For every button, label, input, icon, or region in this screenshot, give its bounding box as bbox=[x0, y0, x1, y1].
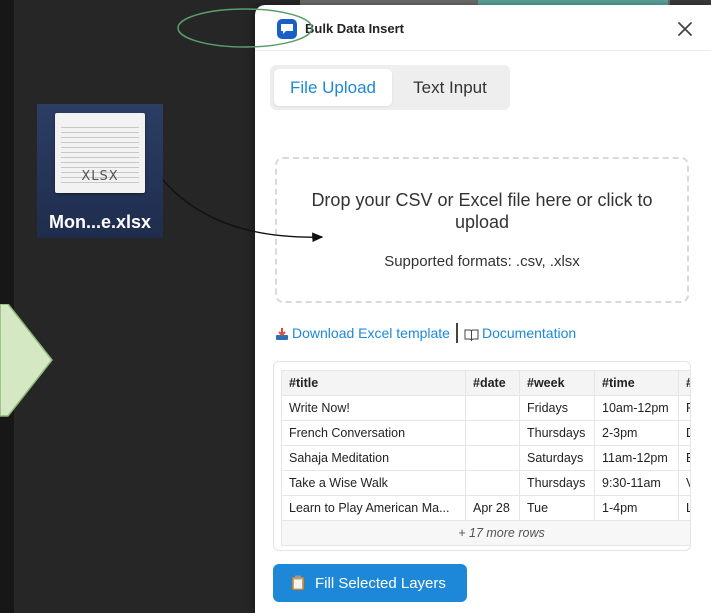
column-header: # bbox=[678, 370, 690, 396]
table-cell: French Conversation bbox=[281, 420, 466, 446]
download-tray-icon bbox=[276, 328, 288, 341]
table-cell: Thursdays bbox=[519, 470, 595, 496]
green-arrow-shape bbox=[0, 304, 53, 417]
table-cell: Thursdays bbox=[519, 420, 595, 446]
more-rows-label: + 17 more rows bbox=[281, 520, 690, 546]
table-cell: Apr 28 bbox=[465, 495, 520, 521]
download-template-label: Download Excel template bbox=[292, 324, 450, 341]
table-cell bbox=[465, 420, 520, 446]
data-preview-table: #title #date #week #time # Write Now! Fr… bbox=[273, 361, 691, 551]
table-cell: Tue bbox=[519, 495, 595, 521]
dialog-header: Bulk Data Insert bbox=[255, 5, 711, 51]
dialog-title: Bulk Data Insert bbox=[305, 21, 404, 36]
table-row: Sahaja Meditation Saturdays 11am-12pm E bbox=[281, 445, 690, 471]
table-cell bbox=[465, 395, 520, 421]
table-row: Write Now! Fridays 10am-12pm F bbox=[281, 395, 690, 421]
file-name-label: Mon...e.xlsx bbox=[48, 212, 152, 232]
table-cell: 10am-12pm bbox=[594, 395, 679, 421]
fill-selected-layers-button[interactable]: Fill Selected Layers bbox=[273, 564, 467, 602]
table-cell: 9:30-11am bbox=[594, 470, 679, 496]
file-dropzone[interactable]: Drop your CSV or Excel file here or clic… bbox=[275, 157, 689, 303]
tab-file-upload[interactable]: File Upload bbox=[274, 69, 392, 106]
input-mode-tabs: File Upload Text Input bbox=[270, 65, 510, 110]
download-template-link[interactable]: Download Excel template bbox=[275, 325, 450, 341]
documentation-label: Documentation bbox=[481, 325, 577, 341]
table-cell: V bbox=[678, 470, 690, 496]
table-cell: Sahaja Meditation bbox=[281, 445, 466, 471]
book-icon bbox=[464, 329, 479, 341]
column-header: #date bbox=[465, 370, 520, 396]
document-thumbnail: XLSX bbox=[55, 113, 145, 193]
table-cell: Learn to Play American Ma... bbox=[281, 495, 466, 521]
table-cell: Take a Wise Walk bbox=[281, 470, 466, 496]
column-header: #week bbox=[519, 370, 595, 396]
table-cell: F bbox=[678, 395, 690, 421]
close-icon[interactable] bbox=[675, 19, 695, 39]
table-cell: 11am-12pm bbox=[594, 445, 679, 471]
table-cell bbox=[465, 470, 520, 496]
table-row: Learn to Play American Ma... Apr 28 Tue … bbox=[281, 495, 690, 521]
documentation-link[interactable]: Documentation bbox=[464, 325, 576, 341]
column-header: #time bbox=[594, 370, 679, 396]
fill-button-label: Fill Selected Layers bbox=[315, 575, 446, 592]
table-cell: Write Now! bbox=[281, 395, 466, 421]
table-cell: 1-4pm bbox=[594, 495, 679, 521]
column-header: #title bbox=[281, 370, 466, 396]
file-extension-label: XLSX bbox=[81, 169, 119, 184]
more-rows-row: + 17 more rows bbox=[281, 520, 690, 546]
table-cell: Fridays bbox=[519, 395, 595, 421]
table-row: French Conversation Thursdays 2-3pm D bbox=[281, 420, 690, 446]
table-header-row: #title #date #week #time # bbox=[281, 370, 690, 396]
bulk-data-insert-dialog: Bulk Data Insert File Upload Text Input … bbox=[255, 5, 711, 613]
dropzone-instruction: Drop your CSV or Excel file here or clic… bbox=[311, 190, 653, 232]
supported-formats-text: Supported formats: .csv, .xlsx bbox=[384, 253, 580, 270]
link-separator bbox=[455, 323, 458, 343]
table-cell: E bbox=[678, 445, 690, 471]
clipboard-icon bbox=[291, 575, 305, 591]
app-logo-icon bbox=[277, 19, 297, 39]
table-cell: 2-3pm bbox=[594, 420, 679, 446]
table-cell bbox=[465, 445, 520, 471]
table-cell: Saturdays bbox=[519, 445, 595, 471]
table-row: Take a Wise Walk Thursdays 9:30-11am V bbox=[281, 470, 690, 496]
help-links: Download Excel template Documentation bbox=[275, 323, 576, 345]
xlsx-file-icon[interactable]: XLSX Mon...e.xlsx bbox=[37, 104, 163, 238]
table-cell: D bbox=[678, 420, 690, 446]
tab-text-input[interactable]: Text Input bbox=[394, 69, 506, 106]
table-cell: L bbox=[678, 495, 690, 521]
